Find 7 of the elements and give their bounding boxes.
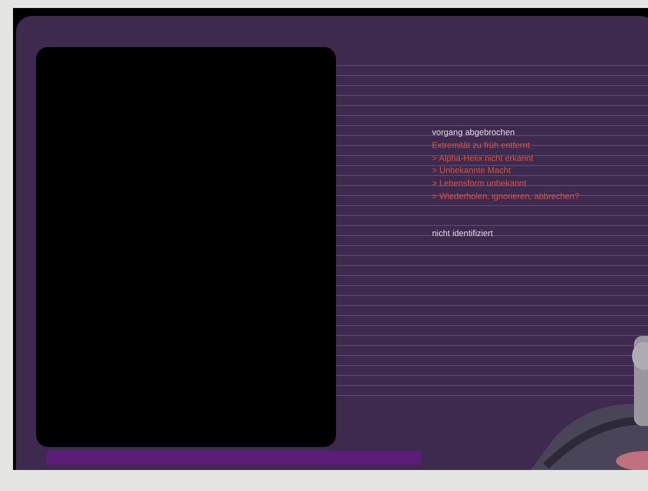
message-line: > Unbekannte Macht [432,164,512,178]
message-line: vorgang abgebrochen [432,126,516,139]
message-line: Extremität zu früh entfernt [432,138,531,152]
message-line: > Wiederholen, ignorieren, abbrechen? [432,190,580,203]
message-line: > Alpha-Helix nicht erkannt [432,152,534,164]
message-line: > Lebensform unbekannt [432,177,528,190]
message-line: nicht identifiziert [432,226,494,240]
